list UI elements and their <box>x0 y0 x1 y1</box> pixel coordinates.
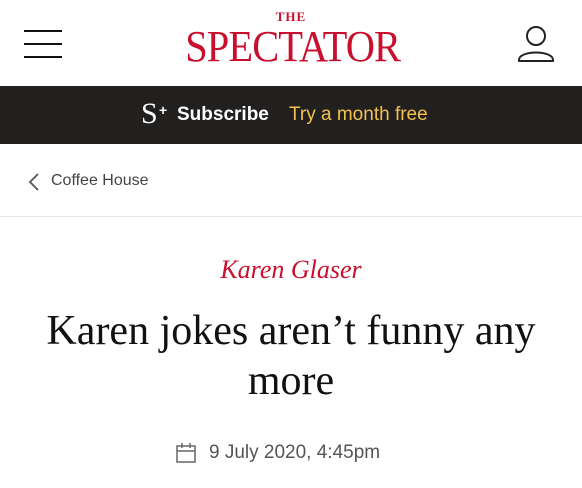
breadcrumb: Coffee House <box>0 144 582 217</box>
menu-line <box>24 56 62 58</box>
subscribe-link[interactable]: Subscribe <box>177 103 269 127</box>
logo-name: SPECTATOR <box>185 22 401 71</box>
user-account-icon-svg <box>518 26 554 62</box>
article-title: Karen jokes aren’t funny any more <box>46 308 536 404</box>
s-mark-letter: S <box>141 97 158 130</box>
menu-line <box>24 30 62 32</box>
user-account-icon[interactable] <box>516 24 556 64</box>
subscribe-bar[interactable]: S + Subscribe Try a month free <box>0 86 582 144</box>
calendar-icon <box>176 443 196 463</box>
subscriber-s-plus-icon: S + <box>141 97 167 131</box>
chevron-left-icon[interactable] <box>28 173 40 191</box>
site-header: THE SPECTATOR <box>0 0 582 86</box>
spectator-logo[interactable]: THE SPECTATOR <box>176 10 406 74</box>
menu-line <box>24 43 62 45</box>
trial-offer-link[interactable]: Try a month free <box>289 103 428 127</box>
article-author[interactable]: Karen Glaser <box>0 254 582 286</box>
article-date: 9 July 2020, 4:45pm <box>209 442 381 463</box>
hamburger-menu-icon[interactable] <box>24 28 62 60</box>
article-dateline: 9 July 2020, 4:45pm <box>0 440 582 466</box>
breadcrumb-section-link[interactable]: Coffee House <box>51 171 149 191</box>
s-mark-plus: + <box>159 102 168 118</box>
